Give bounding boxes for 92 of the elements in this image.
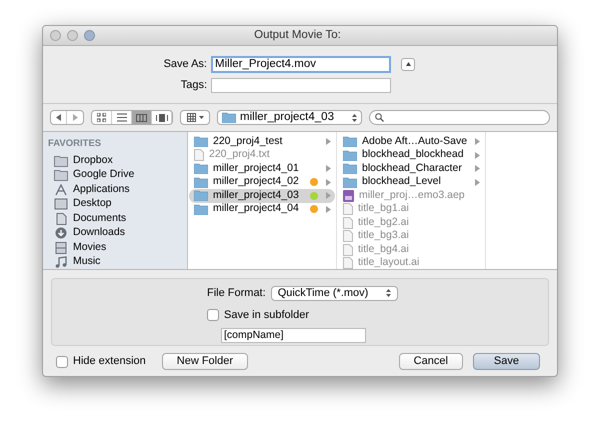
tags-field[interactable] <box>211 78 391 92</box>
sidebar-item[interactable]: Desktop <box>48 196 187 212</box>
hide-extension-label: Hide extension <box>73 354 146 370</box>
folder-icon <box>194 163 208 174</box>
film-icon <box>54 242 68 254</box>
view-mode-button[interactable] <box>132 111 152 124</box>
folder-icon <box>194 136 208 148</box>
folder-icon <box>54 154 68 166</box>
folder-icon <box>343 136 357 148</box>
tags-label: Tags: <box>180 78 207 93</box>
hide-extension-checkbox[interactable] <box>56 356 68 368</box>
project-file-icon <box>343 190 354 202</box>
expand-button[interactable] <box>401 58 415 71</box>
document-icon <box>343 216 353 229</box>
subfolder-checkbox[interactable] <box>207 308 219 321</box>
file-row[interactable]: miller_project4_03 <box>189 189 335 202</box>
location-dropdown[interactable]: miller_project4_03 <box>217 110 362 125</box>
file-row[interactable]: blockhead_Character <box>338 162 484 176</box>
file-name: blockhead_Character <box>362 160 463 176</box>
file-name: miller_project4_03 <box>213 188 300 203</box>
music-note-icon <box>54 256 68 268</box>
file-name: blockhead_Level <box>362 174 442 190</box>
folder-icon <box>343 150 357 161</box>
file-name: 220_proj4_test <box>213 134 284 149</box>
sidebar-item[interactable]: Documents <box>48 211 187 226</box>
file-name: Adobe Aft…Auto-Save <box>362 134 468 149</box>
new-folder-button[interactable]: New Folder <box>162 353 248 370</box>
file-name: miller_project4_02 <box>213 174 300 190</box>
apps-icon <box>54 184 68 196</box>
subfolder-name-field[interactable]: [compName] <box>221 328 366 343</box>
sidebar-item[interactable]: Google Drive <box>48 168 187 182</box>
cancel-button[interactable]: Cancel <box>398 353 463 370</box>
window-title: Output Movie To: <box>253 28 342 43</box>
file-row[interactable]: blockhead_Level <box>338 176 484 189</box>
folder-icon <box>194 190 208 202</box>
file-name: title_layout.ai <box>358 255 420 270</box>
sidebar-item[interactable]: Music <box>48 254 187 270</box>
file-row[interactable]: blockhead_blockhead <box>338 148 484 162</box>
save-button[interactable]: Save <box>472 353 540 370</box>
file-name: title_bg2.ai <box>358 214 410 230</box>
arrange-button[interactable] <box>180 110 210 125</box>
stepper-icon <box>352 114 357 122</box>
folder-icon <box>343 176 357 188</box>
file-name: blockhead_blockhead <box>362 147 465 162</box>
close-button[interactable] <box>50 30 61 41</box>
file-row[interactable]: miller_project4_04 <box>189 202 335 216</box>
sidebar-item[interactable]: Applications <box>48 182 187 197</box>
grid-icon <box>186 113 196 122</box>
forward-arrow-icon <box>72 114 78 121</box>
cover-flow-icon <box>156 114 168 122</box>
desktop-icon <box>54 198 68 210</box>
file-name: title_bg4.ai <box>358 242 410 257</box>
search-field[interactable] <box>369 110 550 125</box>
column-view-icon <box>136 114 147 122</box>
save-as-field[interactable]: Miller_Project4.mov <box>211 56 391 73</box>
caret-up-icon <box>406 62 410 66</box>
back-arrow-icon <box>56 114 61 121</box>
file-name: title_bg3.ai <box>358 228 410 244</box>
icon-view-icon <box>97 113 106 122</box>
search-icon <box>375 113 384 122</box>
stepper-icon <box>386 289 391 298</box>
folder-icon <box>222 112 236 123</box>
file-row[interactable]: Adobe Aft…Auto-Save <box>338 135 484 148</box>
save-as-label: Save As: <box>162 57 207 72</box>
sidebar-heading: FAVORITES <box>48 137 102 151</box>
documents-icon <box>54 212 68 224</box>
caret-down-icon <box>198 116 204 119</box>
document-icon <box>194 149 204 162</box>
file-name: 220_proj4.txt <box>209 147 271 162</box>
file-row[interactable]: miller_project4_02 <box>189 176 335 189</box>
document-icon <box>343 203 353 216</box>
download-icon <box>54 227 68 239</box>
file-name: miller_proj…emo3.aep <box>359 188 466 203</box>
file-row[interactable]: miller_project4_01 <box>189 162 335 176</box>
document-icon <box>343 244 353 256</box>
file-name: title_bg1.ai <box>358 201 410 216</box>
document-icon <box>343 230 353 242</box>
file-format-label: File Format: <box>207 286 266 301</box>
file-row[interactable]: 220_proj4_test <box>189 135 335 148</box>
minimize-button[interactable] <box>67 30 78 41</box>
file-format-dropdown[interactable]: QuickTime (*.mov) <box>270 286 398 301</box>
zoom-button[interactable] <box>84 30 95 41</box>
subfolder-label: Save in subfolder <box>224 308 309 322</box>
folder-icon <box>343 163 357 174</box>
file-name: miller_project4_01 <box>213 160 300 176</box>
file-name: miller_project4_04 <box>213 201 300 216</box>
sidebar-item[interactable]: Dropbox <box>48 153 187 168</box>
disclosure-arrow-icon <box>326 138 331 146</box>
sidebar-item[interactable]: Movies <box>48 240 187 255</box>
list-view-icon <box>116 113 126 122</box>
folder-icon <box>54 169 68 181</box>
sidebar-item[interactable]: Downloads <box>48 226 187 240</box>
